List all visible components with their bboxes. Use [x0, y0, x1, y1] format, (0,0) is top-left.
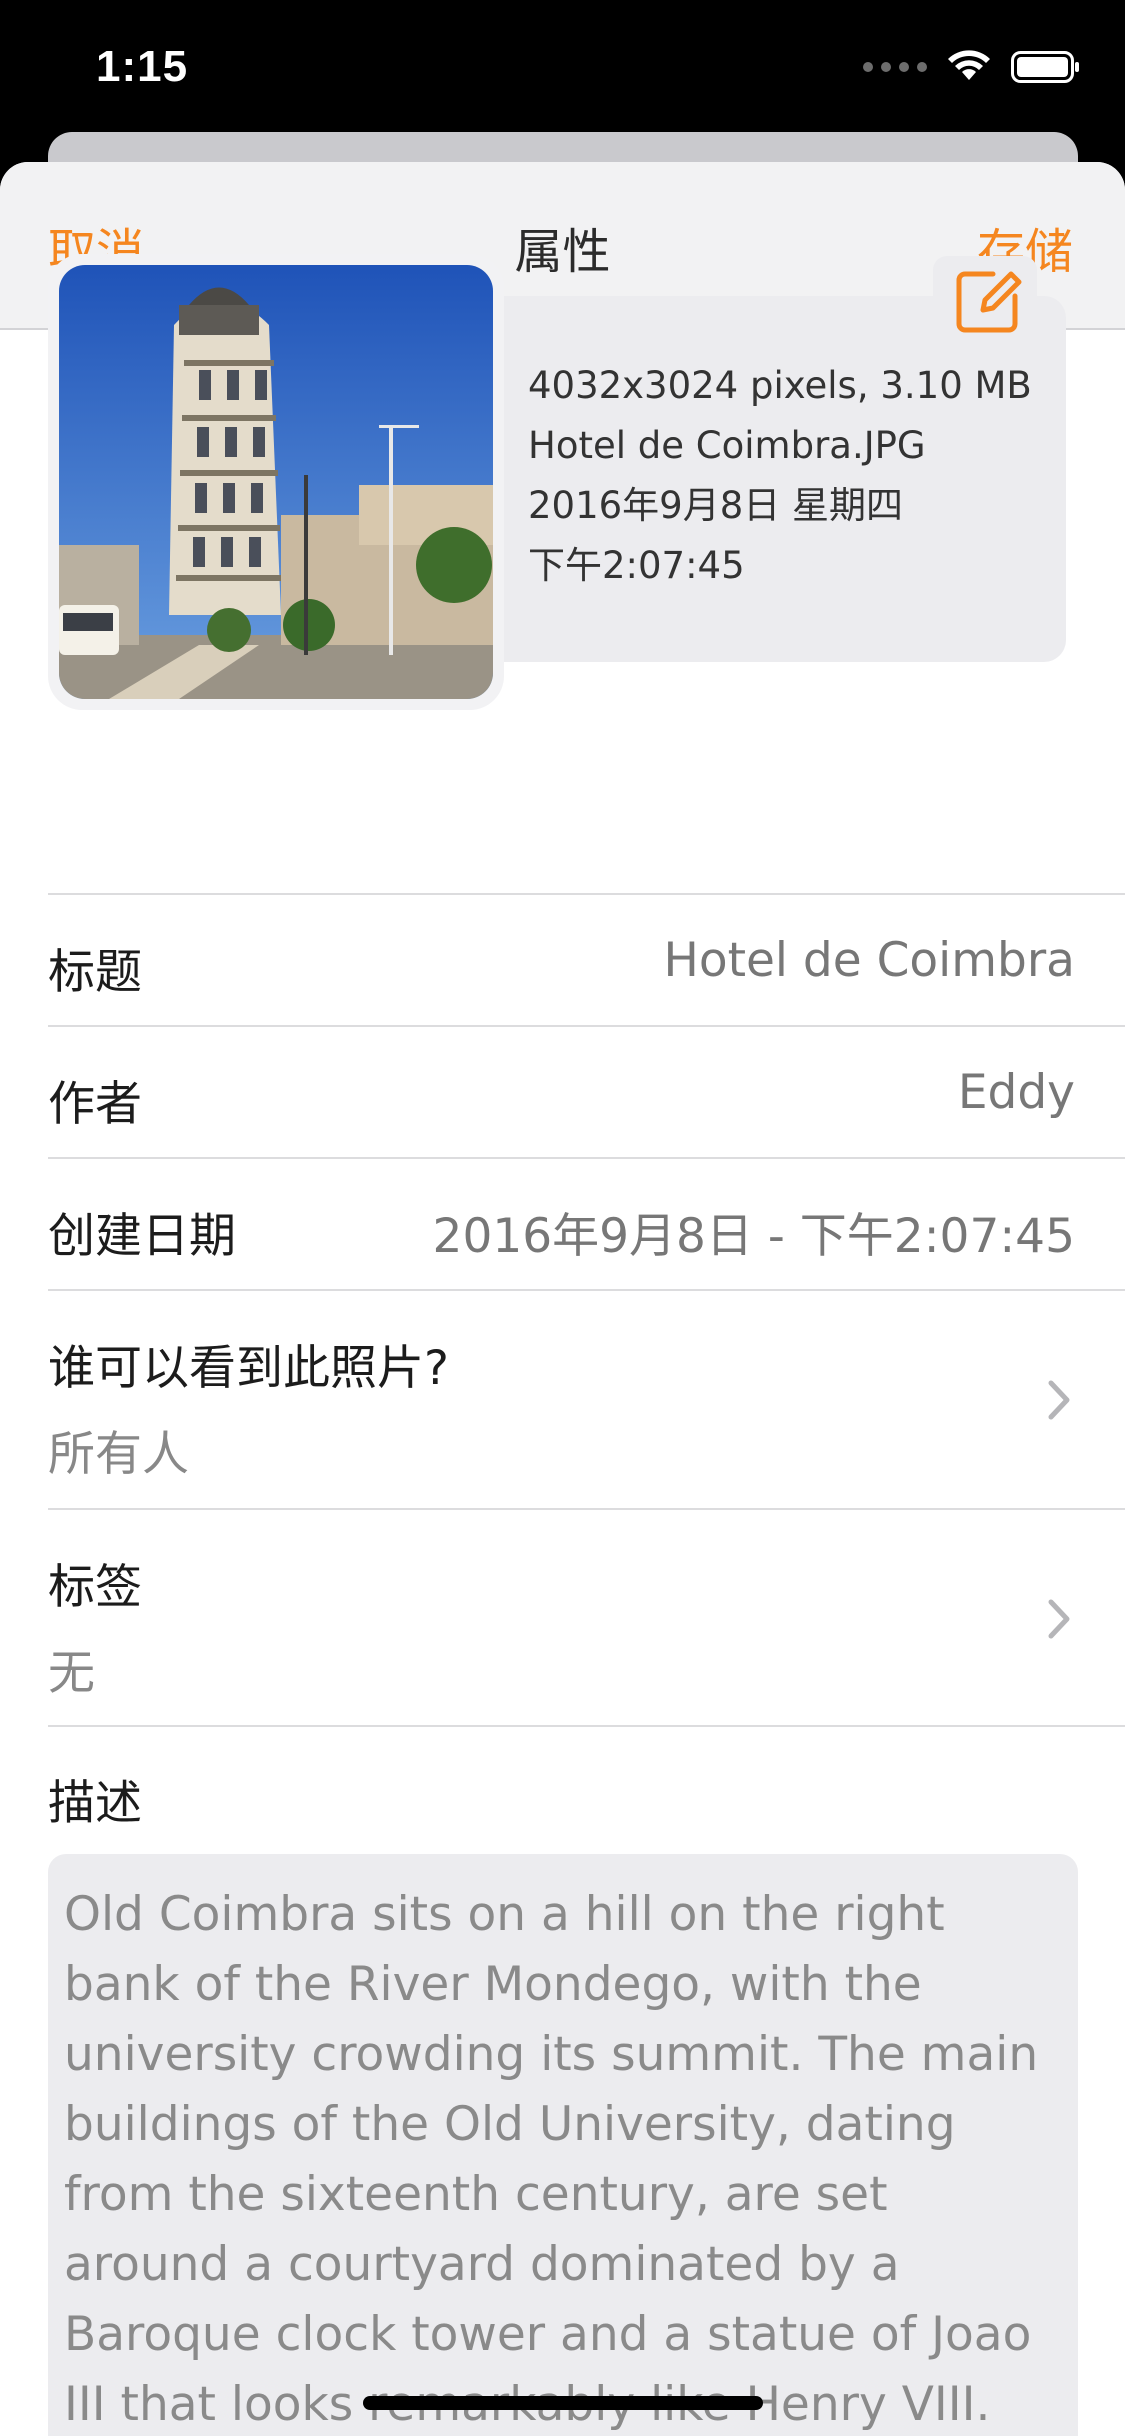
- title-row[interactable]: 标题 Hotel de Coimbra: [48, 893, 1125, 1025]
- photo-dimensions: 4032x3024 pixels, 3.10 MB: [528, 364, 1032, 407]
- status-bar: 1:15: [0, 0, 1125, 135]
- status-icons: [863, 50, 1081, 84]
- description-text: Old Coimbra sits on a hill on the right …: [64, 1887, 1039, 2432]
- signal-icon: [863, 62, 927, 72]
- status-time: 1:15: [96, 42, 189, 91]
- tags-label: 标签: [48, 1560, 142, 1615]
- created-date-label: 创建日期: [48, 1209, 236, 1264]
- author-row[interactable]: 作者 Eddy: [48, 1025, 1125, 1157]
- author-label: 作者: [48, 1077, 142, 1132]
- photo-metadata: 4032x3024 pixels, 3.10 MB Hotel de Coimb…: [528, 356, 1032, 596]
- created-date-row[interactable]: 创建日期 2016年9月8日 - 下午2:07:45: [48, 1157, 1125, 1289]
- photo-time: 下午2:07:45: [528, 544, 745, 587]
- visibility-label: 谁可以看到此照片?: [48, 1341, 449, 1396]
- title-label: 标题: [48, 945, 142, 1000]
- description-input[interactable]: Old Coimbra sits on a hill on the right …: [48, 1854, 1078, 2436]
- home-indicator[interactable]: [363, 2396, 763, 2410]
- tags-value: 无: [48, 1646, 95, 1701]
- edit-icon[interactable]: [953, 266, 1023, 336]
- photo-filename: Hotel de Coimbra.JPG: [528, 424, 926, 467]
- created-date-value[interactable]: 2016年9月8日 - 下午2:07:45: [433, 1197, 1075, 1266]
- visibility-value: 所有人: [48, 1427, 189, 1482]
- chevron-right-icon: [1048, 1599, 1070, 1639]
- title-value[interactable]: Hotel de Coimbra: [663, 933, 1075, 988]
- photo-thumbnail[interactable]: [48, 254, 504, 710]
- description-label: 描述: [48, 1776, 142, 1831]
- tags-row[interactable]: 标签 无: [48, 1508, 1125, 1727]
- chevron-right-icon: [1048, 1380, 1070, 1420]
- wifi-icon: [948, 50, 990, 80]
- visibility-row[interactable]: 谁可以看到此照片? 所有人: [48, 1289, 1125, 1508]
- battery-icon: [1011, 51, 1079, 83]
- author-value[interactable]: Eddy: [958, 1065, 1075, 1120]
- photo-date: 2016年9月8日 星期四: [528, 484, 904, 527]
- hotel-photo: [59, 265, 493, 699]
